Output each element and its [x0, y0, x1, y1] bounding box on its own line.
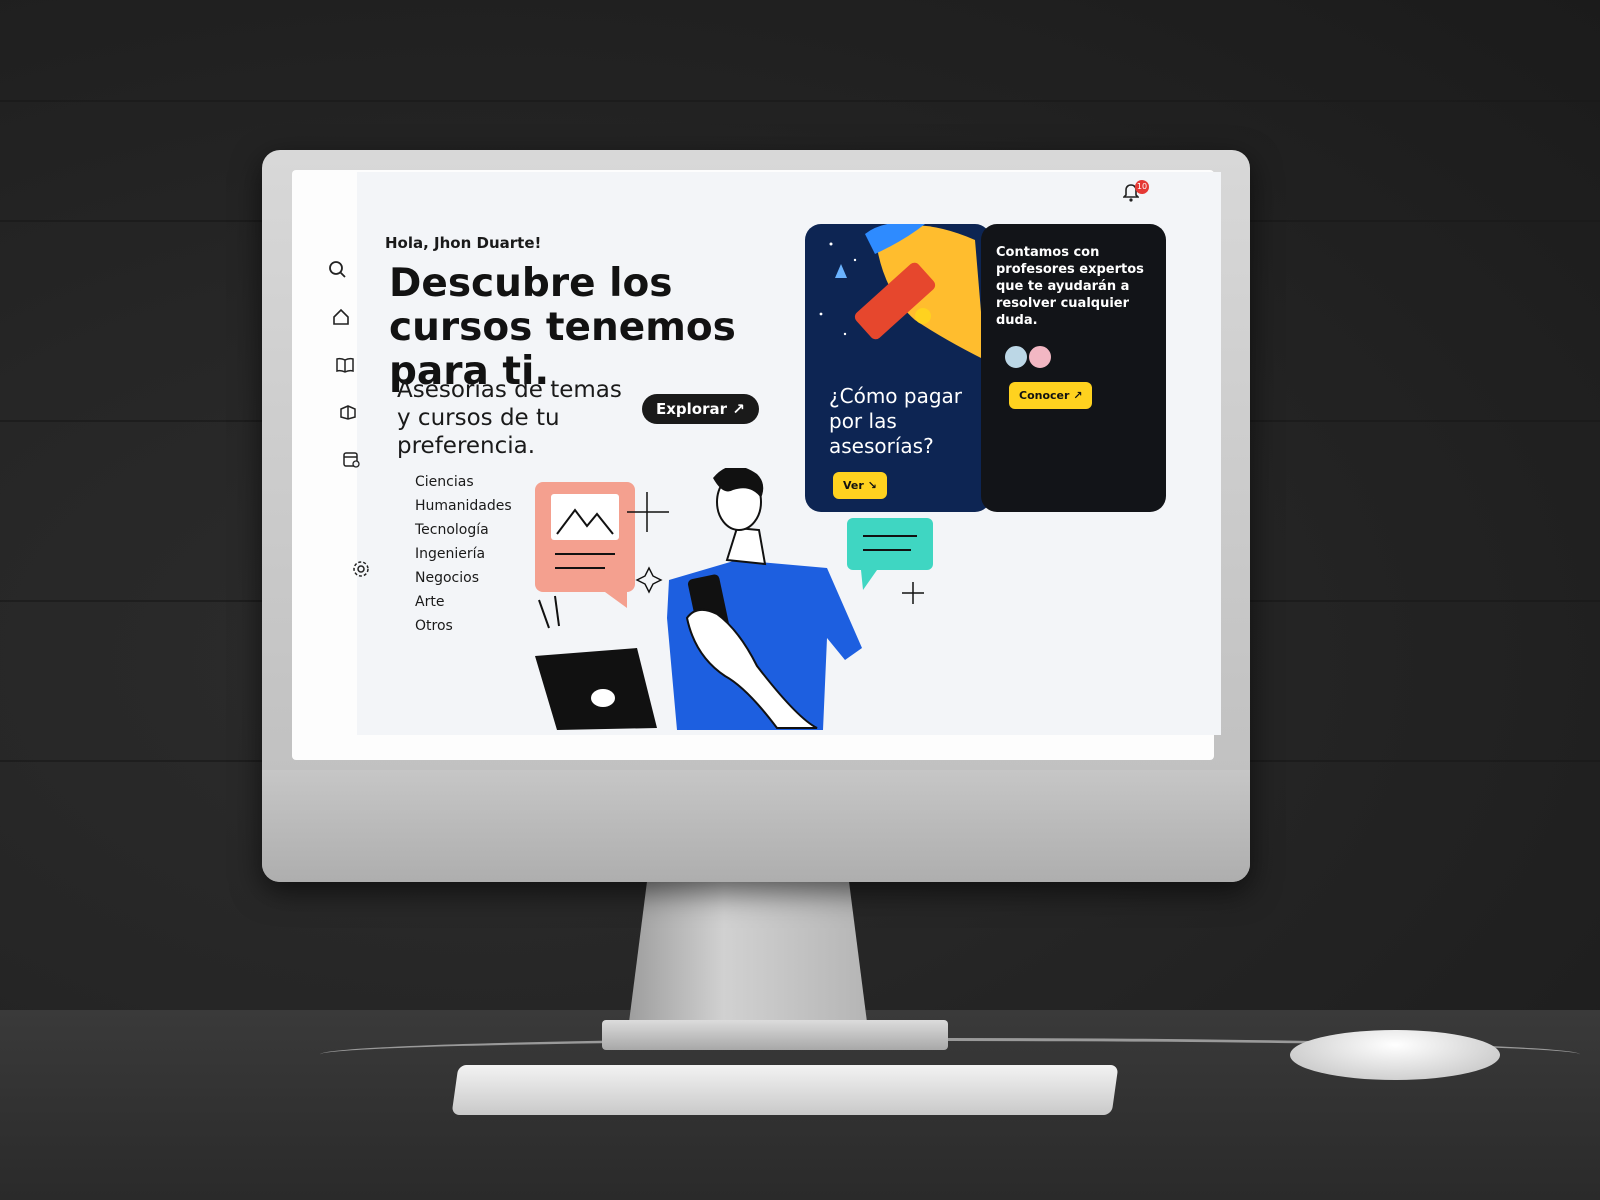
topic-item[interactable]: Humanidades — [415, 494, 512, 518]
meet-button[interactable]: Conocer ↗ — [1009, 382, 1093, 409]
topic-item[interactable]: Arte — [415, 590, 512, 614]
book-icon[interactable] — [334, 356, 356, 378]
topic-item[interactable]: Tecnología — [415, 518, 512, 542]
topic-item[interactable]: Negocios — [415, 566, 512, 590]
hero-subtitle: Asesorías de temas y cursos de tu prefer… — [397, 377, 622, 459]
calendar-icon[interactable] — [340, 450, 362, 472]
monitor-foot — [602, 1020, 948, 1050]
sidebar — [318, 260, 369, 600]
keyboard — [451, 1065, 1119, 1115]
wall-line — [0, 100, 1600, 102]
explore-button[interactable]: Explorar ↗ — [642, 394, 759, 424]
search-icon[interactable] — [326, 260, 348, 282]
greeting: Hola, Jhon Duarte! — [385, 234, 542, 252]
payment-card: ¿Cómo pagar por las asesorías? Ver ↘ — [805, 224, 991, 512]
mouse — [1290, 1030, 1500, 1080]
monitor-chin — [262, 770, 1250, 882]
teachers-card: Contamos con profesores expertos que te … — [981, 224, 1166, 512]
teachers-card-text: Contamos con profesores expertos que te … — [996, 245, 1144, 328]
topic-list: Ciencias Humanidades Tecnología Ingenier… — [415, 470, 512, 638]
open-book-icon[interactable] — [337, 402, 359, 424]
telescope-illustration — [819, 224, 985, 360]
topic-item[interactable]: Otros — [415, 614, 512, 638]
settings-icon[interactable] — [350, 560, 372, 582]
view-button[interactable]: Ver ↘ — [833, 472, 887, 499]
home-icon[interactable] — [330, 308, 352, 330]
topic-item[interactable]: Ingeniería — [415, 542, 512, 566]
app-screen: 10 Hola, Jhon Duarte! Descubre los curso… — [357, 172, 1221, 735]
page-title: Descubre los cursos tenemos para ti. — [389, 261, 736, 394]
avatar — [1003, 344, 1029, 370]
avatar — [1027, 344, 1053, 370]
topic-item[interactable]: Ciencias — [415, 470, 512, 494]
notification-badge: 10 — [1135, 180, 1149, 194]
monitor-stand — [628, 880, 868, 1030]
payment-card-title: ¿Cómo pagar por las asesorías? — [829, 384, 963, 458]
